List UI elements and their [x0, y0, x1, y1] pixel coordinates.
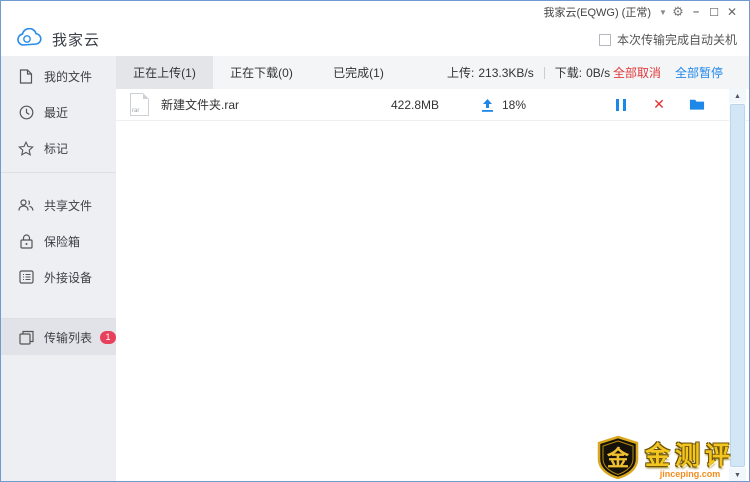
download-speed-value: 0B/s — [586, 66, 610, 80]
file-ext-label: rar — [132, 108, 139, 114]
cancel-all-link[interactable]: 全部取消 — [613, 64, 661, 81]
cancel-button[interactable]: ✕ — [651, 97, 667, 113]
sidebar-item-label: 我的文件 — [44, 68, 92, 85]
watermark-title: 金测评 — [645, 436, 735, 472]
scroll-up-arrow-icon[interactable]: ▲ — [729, 89, 746, 103]
pause-button[interactable] — [613, 97, 629, 113]
sidebar-item-recent[interactable]: 最近 — [1, 94, 116, 130]
upload-arrow-icon — [481, 98, 494, 112]
close-button[interactable]: ✕ — [723, 4, 741, 20]
file-name: 新建文件夹.rar — [161, 96, 319, 113]
tab-label: 已完成(1) — [333, 64, 384, 81]
open-folder-button[interactable] — [689, 97, 705, 113]
watermark-text: 金测评 jinceping.com — [645, 436, 735, 479]
empty-list-area — [116, 121, 749, 482]
star-icon — [18, 140, 34, 156]
file-icon-fold — [143, 93, 149, 99]
main-content: 正在上传(1) 正在下载(0) 已完成(1) 上传: 213.3KB/s 下载:… — [116, 56, 749, 482]
tab-completed[interactable]: 已完成(1) — [310, 56, 407, 89]
speed-indicators: 上传: 213.3KB/s 下载: 0B/s — [447, 56, 610, 89]
app-window: 我家云(EQWG) (正常) ▼ ⚙ – ☐ ✕ 我家云 本次传输完成自动关机 — [0, 0, 750, 482]
scrollbar-thumb[interactable] — [730, 104, 745, 467]
watermark-shield-icon: 金 — [595, 435, 641, 479]
cloud-logo-icon — [16, 28, 43, 52]
upload-speed-value: 213.3KB/s — [478, 66, 533, 80]
pause-all-link[interactable]: 全部暂停 — [675, 64, 723, 81]
sidebar-item-label: 外接设备 — [44, 269, 92, 286]
sidebar-item-safe-box[interactable]: 保险箱 — [1, 223, 116, 259]
sidebar-item-label: 传输列表 — [44, 329, 92, 346]
sidebar-item-transfer-list[interactable]: 传输列表 1 — [1, 319, 116, 355]
watermark: 金 金测评 jinceping.com — [595, 435, 735, 479]
tab-label: 正在上传(1) — [133, 64, 196, 81]
clock-icon — [18, 104, 34, 120]
file-icon — [18, 68, 34, 84]
lock-icon — [18, 233, 34, 249]
people-icon — [18, 197, 34, 213]
sidebar-item-shared-files[interactable]: 共享文件 — [1, 187, 116, 223]
svg-text:金: 金 — [606, 446, 630, 471]
speed-separator — [544, 67, 545, 79]
logo-text: 我家云 — [52, 29, 100, 50]
body: 我的文件 最近 标记 — [1, 56, 749, 482]
sidebar-group-shared: 共享文件 保险箱 外接设备 — [1, 187, 116, 295]
sidebar-group-files: 我的文件 最近 标记 — [1, 56, 116, 166]
auto-shutdown-label: 本次传输完成自动关机 — [617, 31, 737, 48]
auto-shutdown-option[interactable]: 本次传输完成自动关机 — [599, 31, 749, 48]
sidebar-item-external-devices[interactable]: 外接设备 — [1, 259, 116, 295]
upload-progress: 18% — [481, 98, 526, 112]
titlebar: 我家云(EQWG) (正常) ▼ ⚙ – ☐ ✕ — [1, 1, 749, 23]
settings-gear-icon[interactable]: ⚙ — [669, 4, 687, 20]
upload-speed-label: 上传: — [447, 64, 474, 81]
sidebar: 我的文件 最近 标记 — [1, 56, 116, 482]
folder-icon — [689, 98, 705, 111]
sidebar-divider — [1, 295, 116, 319]
sidebar-item-label: 共享文件 — [44, 197, 92, 214]
sidebar-group-transfer: 传输列表 1 — [1, 319, 116, 355]
tab-label: 正在下载(0) — [230, 64, 293, 81]
sidebar-item-label: 保险箱 — [44, 233, 80, 250]
vertical-scrollbar[interactable]: ▲ ▼ — [729, 89, 746, 482]
tab-downloading[interactable]: 正在下载(0) — [213, 56, 310, 89]
title-dropdown-icon[interactable]: ▼ — [657, 4, 669, 20]
sidebar-item-label: 最近 — [44, 104, 68, 121]
progress-percent: 18% — [502, 98, 526, 112]
sidebar-item-label: 标记 — [44, 140, 68, 157]
row-actions: ✕ — [613, 97, 705, 113]
subheader: 我家云 本次传输完成自动关机 — [1, 23, 749, 56]
transfer-tabbar: 正在上传(1) 正在下载(0) 已完成(1) 上传: 213.3KB/s 下载:… — [116, 56, 749, 89]
window-title: 我家云(EQWG) (正常) — [543, 4, 651, 20]
sidebar-item-starred[interactable]: 标记 — [1, 130, 116, 166]
transfer-count-badge: 1 — [100, 331, 116, 344]
sidebar-item-my-files[interactable]: 我的文件 — [1, 58, 116, 94]
download-speed-label: 下载: — [555, 64, 582, 81]
transfer-list-icon — [18, 329, 34, 345]
app-logo: 我家云 — [1, 28, 100, 52]
bulk-action-links: 全部取消 全部暂停 — [613, 56, 749, 89]
tab-uploading[interactable]: 正在上传(1) — [116, 56, 213, 89]
minimize-button[interactable]: – — [687, 4, 705, 20]
pause-icon — [616, 99, 626, 111]
watermark-url: jinceping.com — [660, 469, 721, 479]
rar-file-icon: rar — [130, 93, 149, 116]
transfer-row[interactable]: rar 新建文件夹.rar 422.8MB 18% ✕ — [116, 89, 749, 121]
device-list-icon — [18, 269, 34, 285]
maximize-button[interactable]: ☐ — [705, 4, 723, 20]
checkbox-icon[interactable] — [599, 34, 611, 46]
sidebar-divider — [1, 172, 116, 173]
file-size: 422.8MB — [319, 98, 439, 112]
